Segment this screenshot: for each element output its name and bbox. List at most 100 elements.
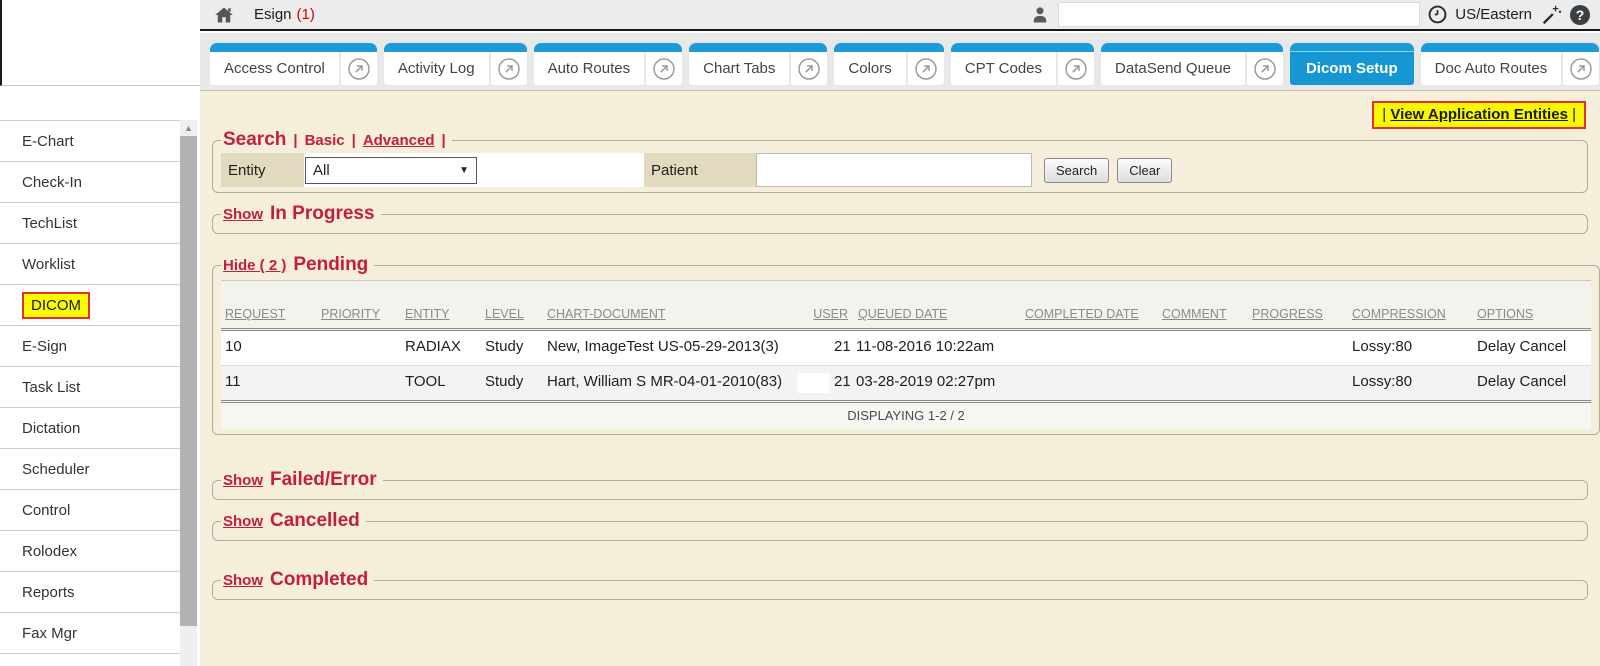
cell-entity: RADIAX: [401, 330, 481, 366]
cell-comment: [1158, 330, 1248, 366]
in-progress-toggle-link[interactable]: Show: [223, 206, 263, 223]
column-header-progress[interactable]: PROGRESS: [1248, 281, 1348, 330]
timezone-label[interactable]: US/Eastern: [1455, 6, 1532, 23]
completed-legend: Show Completed: [221, 569, 374, 591]
external-link-icon[interactable]: [791, 52, 827, 85]
cell-request: 11: [221, 366, 317, 402]
ve-label: View Application Entities: [1390, 106, 1568, 123]
home-icon[interactable]: [214, 5, 234, 25]
column-header-options[interactable]: OPTIONS: [1473, 281, 1591, 330]
column-header-level[interactable]: LEVEL: [481, 281, 543, 330]
column-header-comment[interactable]: COMMENT: [1158, 281, 1248, 330]
external-link-icon[interactable]: [491, 52, 527, 85]
column-header-priority[interactable]: PRIORITY: [317, 281, 401, 330]
sidebar-item-worklist[interactable]: Worklist: [0, 244, 180, 285]
tab-label: Dicom Setup: [1290, 52, 1414, 85]
sidebar-item-fax-mgr[interactable]: Fax Mgr: [0, 613, 180, 654]
sidebar-item-label: Check-In: [22, 174, 82, 191]
column-header-user[interactable]: USER: [793, 281, 854, 330]
user-blank-box: [797, 373, 829, 393]
pending-table: REQUESTPRIORITYENTITYLEVELCHART-DOCUMENT…: [221, 280, 1591, 429]
tab-datasend-queue[interactable]: DataSend Queue: [1101, 43, 1283, 85]
failed-toggle-link[interactable]: Show: [223, 472, 263, 489]
logo-placeholder: [0, 0, 200, 86]
cell-entity: TOOL: [401, 366, 481, 402]
displaying-count: DISPLAYING 1-2 / 2: [221, 402, 1591, 430]
scrollbar-thumb[interactable]: [180, 136, 197, 626]
option-delay[interactable]: Delay: [1477, 338, 1515, 355]
clock-icon[interactable]: [1428, 5, 1447, 24]
sidebar-scrollbar[interactable]: ▲: [180, 120, 197, 666]
external-link-icon[interactable]: [646, 52, 682, 85]
sidebar-item-techlist[interactable]: TechList: [0, 203, 180, 244]
help-icon[interactable]: ?: [1570, 5, 1590, 25]
scrollbar-up-arrow[interactable]: ▲: [180, 120, 197, 135]
pending-legend: Hide ( 2 ) Pending: [221, 254, 374, 276]
option-cancel[interactable]: Cancel: [1520, 338, 1567, 355]
tab-accent-bar: [1101, 43, 1283, 52]
sidebar-menu: E-Chart Check-In TechList Worklist DICOM…: [0, 120, 180, 654]
sidebar-item-rolodex[interactable]: Rolodex: [0, 531, 180, 572]
column-header-completed-date[interactable]: COMPLETED DATE: [1021, 281, 1158, 330]
cell-progress: [1248, 366, 1348, 402]
pending-toggle-link[interactable]: Hide ( 2 ): [223, 257, 286, 274]
column-header-queued-date[interactable]: QUEUED DATE: [854, 281, 1021, 330]
sidebar-item-control[interactable]: Control: [0, 490, 180, 531]
external-link-icon[interactable]: [1247, 52, 1283, 85]
sidebar-item-label: Scheduler: [22, 461, 90, 478]
clear-button[interactable]: Clear: [1117, 158, 1172, 183]
tab-label: DataSend Queue: [1101, 52, 1245, 85]
column-header-chart-document[interactable]: CHART-DOCUMENT: [543, 281, 793, 330]
tab-cpt-codes[interactable]: CPT Codes: [951, 43, 1094, 85]
tab-accent-bar: [384, 43, 527, 52]
column-header-request[interactable]: REQUEST: [221, 281, 317, 330]
tab-auto-routes[interactable]: Auto Routes: [534, 43, 683, 85]
sidebar-item-scheduler[interactable]: Scheduler: [0, 449, 180, 490]
column-header-compression[interactable]: COMPRESSION: [1348, 281, 1473, 330]
external-link-icon[interactable]: [908, 52, 944, 85]
completed-toggle-link[interactable]: Show: [223, 572, 263, 589]
tab-label: Chart Tabs: [689, 52, 789, 85]
sidebar-item-e-sign[interactable]: E-Sign: [0, 326, 180, 367]
cancelled-title: Cancelled: [270, 510, 360, 532]
sidebar-item-task-list[interactable]: Task List: [0, 367, 180, 408]
tab-colors[interactable]: Colors: [834, 43, 943, 85]
cancelled-toggle-link[interactable]: Show: [223, 513, 263, 530]
tab-chart-tabs[interactable]: Chart Tabs: [689, 43, 827, 85]
external-link-icon[interactable]: [341, 52, 377, 85]
entity-select[interactable]: All ▼: [305, 157, 477, 184]
option-delay[interactable]: Delay: [1477, 373, 1515, 390]
tab-accent-bar: [689, 43, 827, 52]
cell-level: Study: [481, 366, 543, 402]
sidebar-item-e-chart[interactable]: E-Chart: [0, 121, 180, 162]
column-header-entity[interactable]: ENTITY: [401, 281, 481, 330]
cell-progress: [1248, 330, 1348, 366]
magic-wand-icon[interactable]: [1540, 4, 1562, 26]
sidebar-item-check-in[interactable]: Check-In: [0, 162, 180, 203]
sidebar-item-dicom[interactable]: DICOM: [0, 285, 180, 326]
tab-accent-bar: [951, 43, 1094, 52]
cell-chart-document: Hart, William S MR-04-01-2010(83): [543, 366, 793, 402]
search-legend: Search | Basic | Advanced |: [221, 129, 452, 151]
global-search-input[interactable]: [1058, 2, 1420, 27]
external-link-icon[interactable]: [1058, 52, 1094, 85]
sidebar-item-dictation[interactable]: Dictation: [0, 408, 180, 449]
sidebar-item-label: Control: [22, 502, 70, 519]
tab-dicom-setup[interactable]: Dicom Setup: [1290, 43, 1414, 85]
patient-input[interactable]: [756, 153, 1032, 187]
view-application-entities-link[interactable]: | View Application Entities |: [1372, 101, 1586, 129]
option-cancel[interactable]: Cancel: [1520, 373, 1567, 390]
cell-completed-date: [1021, 330, 1158, 366]
external-link-icon[interactable]: [1563, 52, 1599, 85]
search-mode-advanced-link[interactable]: Advanced: [363, 132, 435, 149]
user-icon[interactable]: [1030, 5, 1050, 25]
cell-options: Delay Cancel: [1473, 366, 1591, 402]
sidebar-item-reports[interactable]: Reports: [0, 572, 180, 613]
tab-doc-auto-routes[interactable]: Doc Auto Routes: [1421, 43, 1600, 85]
pending-footer-row: DISPLAYING 1-2 / 2: [221, 402, 1591, 430]
tab-access-control[interactable]: Access Control: [210, 43, 377, 85]
tab-accent-bar: [534, 43, 683, 52]
search-button[interactable]: Search: [1044, 158, 1109, 183]
cell-options: Delay Cancel: [1473, 330, 1591, 366]
tab-activity-log[interactable]: Activity Log: [384, 43, 527, 85]
